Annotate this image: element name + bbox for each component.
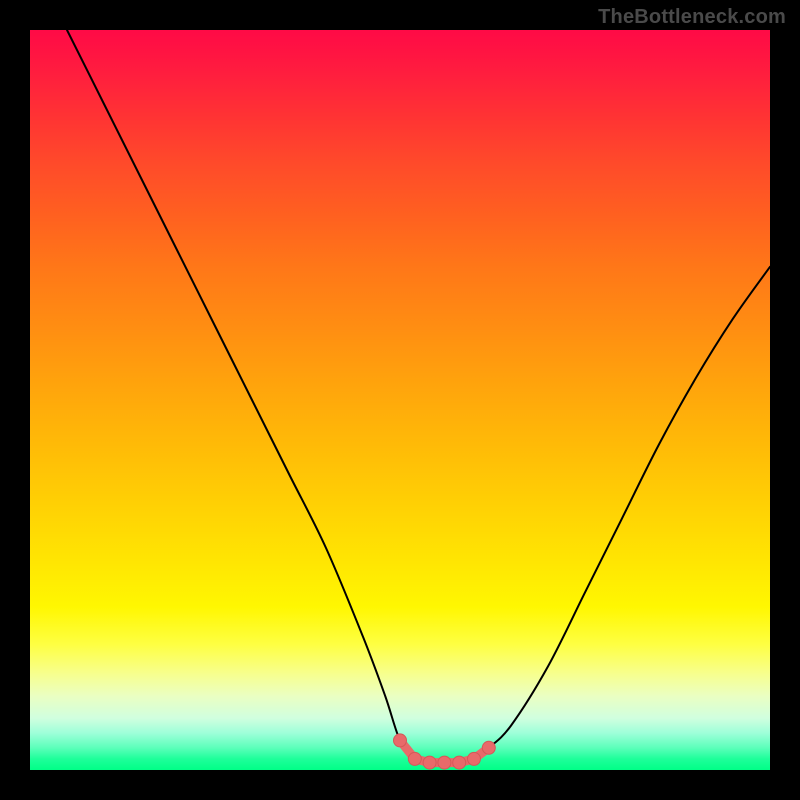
sweet-spot-marker: [482, 741, 495, 754]
sweet-spot-marker: [408, 752, 421, 765]
chart-frame: TheBottleneck.com: [0, 0, 800, 800]
sweet-spot-marker: [438, 756, 451, 769]
watermark-text: TheBottleneck.com: [598, 6, 786, 29]
sweet-spot-markers: [394, 734, 496, 769]
sweet-spot-marker: [453, 756, 466, 769]
plot-area: [30, 30, 770, 770]
sweet-spot-marker: [394, 734, 407, 747]
curve-layer: [30, 30, 770, 770]
sweet-spot-marker: [423, 756, 436, 769]
sweet-spot-marker: [468, 752, 481, 765]
bottleneck-curve: [67, 30, 770, 763]
